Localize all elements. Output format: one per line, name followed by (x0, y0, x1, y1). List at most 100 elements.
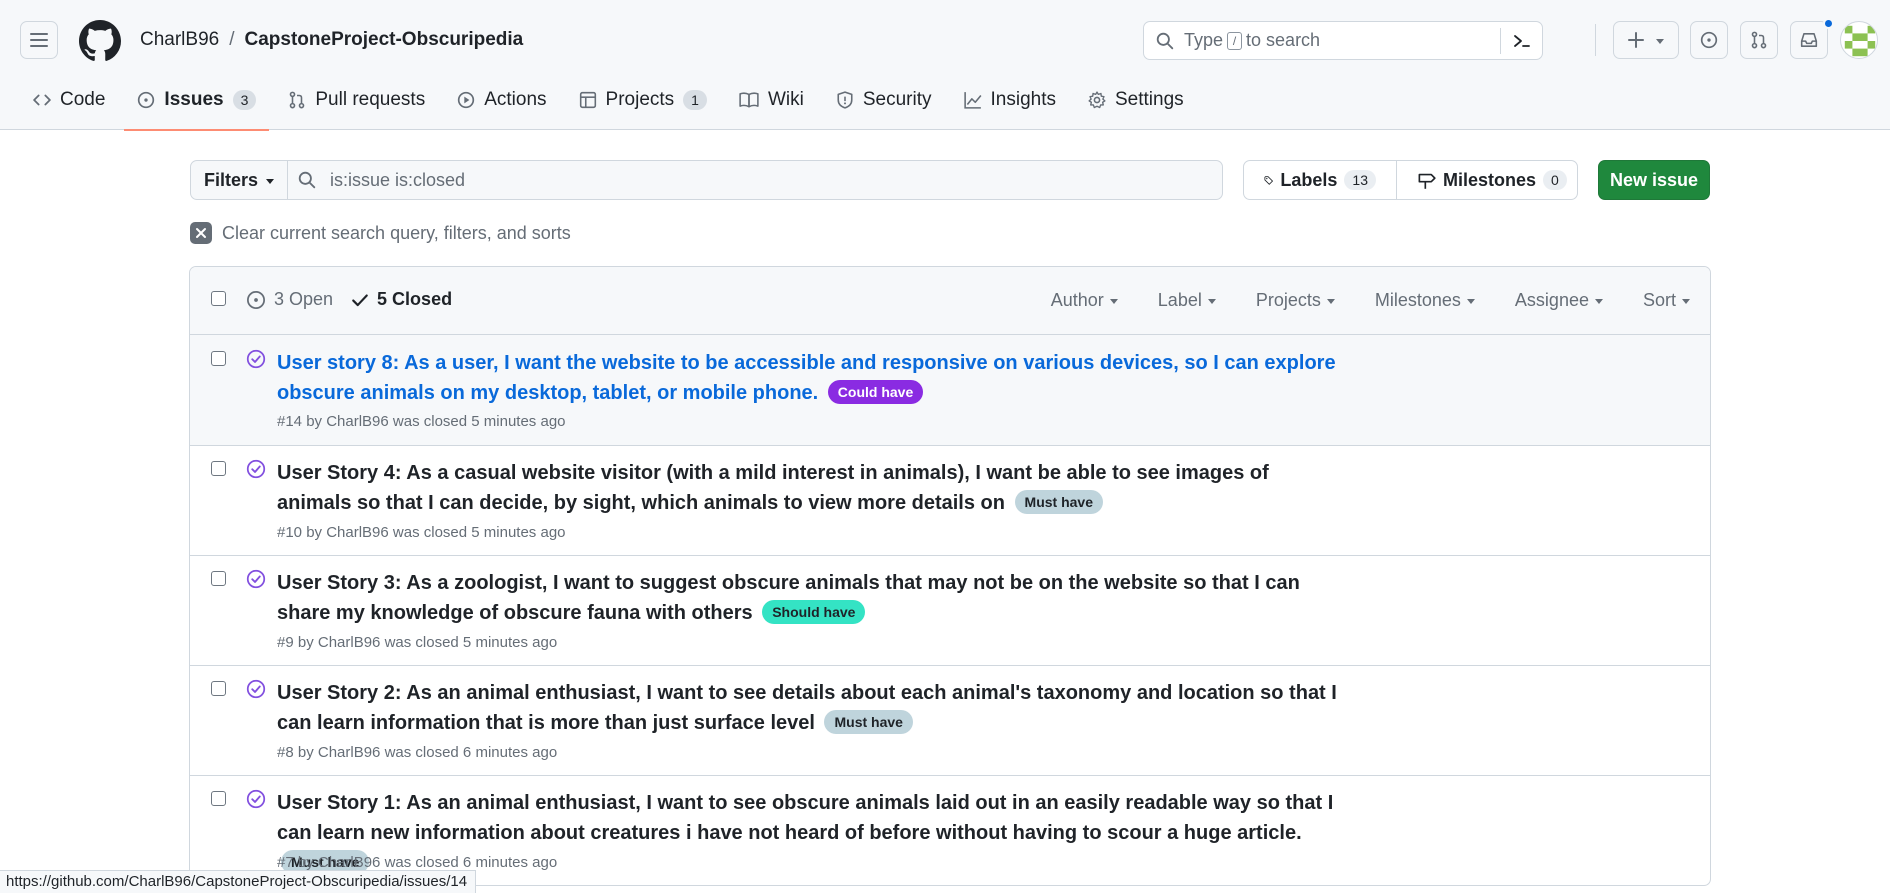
issue-title: User Story 1: As an animal enthusiast, I… (277, 792, 1334, 844)
issues-button[interactable] (1690, 21, 1728, 59)
search-placeholder-after: to search (1246, 30, 1321, 50)
issue-label[interactable]: Should have (762, 600, 866, 624)
tab-counter: 1 (683, 90, 707, 110)
search-query: is:issue is:closed (330, 169, 466, 190)
check-icon (352, 293, 368, 306)
tag-icon (1264, 175, 1273, 185)
assignee-filter[interactable]: Assignee (1515, 290, 1603, 311)
issue-title-link[interactable]: User Story 3: As a zoologist, I want to … (277, 568, 1337, 628)
command-palette-button[interactable] (1500, 28, 1542, 54)
inbox-icon (1800, 33, 1818, 47)
closed-count-label: 5 Closed (377, 289, 453, 309)
tab-label: Insights (990, 89, 1056, 110)
issue-title-link[interactable]: User Story 4: As a casual website visito… (277, 458, 1337, 518)
issue-meta: #14 by CharlB96 was closed 5 minutes ago (277, 413, 566, 430)
milestones-filter[interactable]: Milestones (1375, 290, 1475, 311)
issue-meta: #8 by CharlB96 was closed 6 minutes ago (277, 744, 558, 761)
tab-counter: 3 (232, 90, 257, 110)
global-search-input[interactable]: Type / to search (1143, 21, 1543, 60)
labels-counter: 13 (1344, 170, 1376, 190)
menu-button[interactable] (20, 21, 58, 59)
issue-closed-icon (246, 569, 266, 589)
search-placeholder: Type / to search (1184, 30, 1320, 51)
issue-meta: #9 by CharlB96 was closed 5 minutes ago (277, 634, 558, 651)
book-icon (739, 92, 759, 108)
tab-wiki[interactable]: Wiki (726, 80, 817, 120)
issue-row: User Story 2: As an animal enthusiast, I… (190, 666, 1710, 776)
repo-name-link[interactable]: CapstoneProject-Obscuripedia (245, 29, 524, 51)
tab-security[interactable]: Security (823, 80, 945, 120)
tab-label: Security (862, 89, 932, 110)
closed-issues-link[interactable]: 5 Closed (351, 289, 452, 310)
sorter-label: Projects (1255, 290, 1321, 310)
sort-dropdown[interactable]: Sort (1643, 290, 1690, 311)
filters-bar: Filters is:issue is:closed (190, 160, 1223, 200)
sorter-label: Assignee (1514, 290, 1589, 310)
issue-checkbox[interactable] (211, 791, 226, 806)
labels-milestones-group: Labels 13 Milestones 0 (1243, 160, 1578, 200)
tab-insights[interactable]: Insights (951, 80, 1069, 120)
issue-title: User Story 4: As a casual website visito… (277, 462, 1269, 514)
filters-button[interactable]: Filters (191, 161, 288, 199)
status-bar-url: https://github.com/CharlB96/CapstoneProj… (0, 870, 477, 893)
chevron-down-icon (1682, 299, 1690, 304)
repo-owner-link[interactable]: CharlB96 (140, 29, 219, 51)
issue-checkbox[interactable] (211, 351, 226, 366)
tab-pull-requests[interactable]: Pull requests (275, 80, 438, 120)
tab-label: Issues (164, 89, 224, 110)
open-issues-link[interactable]: 3 Open (246, 289, 333, 310)
label-filter[interactable]: Label (1158, 290, 1216, 311)
select-all-checkbox[interactable] (211, 291, 226, 306)
breadcrumb: CharlB96 / CapstoneProject-Obscuripedia (140, 29, 523, 51)
tab-actions[interactable]: Actions (444, 80, 559, 120)
inbox-button[interactable] (1790, 21, 1828, 59)
pull-requests-button[interactable] (1740, 21, 1778, 59)
issue-checkbox[interactable] (211, 571, 226, 586)
gear-icon (1088, 91, 1106, 109)
tab-projects[interactable]: Projects 1 (566, 80, 720, 120)
search-icon (298, 171, 316, 189)
issue-label[interactable]: Must have (1014, 490, 1103, 514)
issue-title: User Story 2: As an animal enthusiast, I… (277, 682, 1337, 734)
plus-icon (1628, 32, 1644, 48)
tab-label: Projects (605, 89, 675, 110)
list-sorters: Author Label Projects Milestones Assigne… (1051, 290, 1690, 311)
tab-label: Actions (484, 89, 547, 110)
issues-search-input[interactable]: is:issue is:closed (288, 161, 1222, 199)
repo-nav: Code Issues 3 Pull requests Actions Proj… (20, 80, 1203, 131)
close-icon (190, 222, 212, 244)
chevron-down-icon (1466, 299, 1475, 304)
tab-issues[interactable]: Issues 3 (124, 80, 270, 131)
issue-checkbox[interactable] (211, 461, 226, 476)
issue-title-link[interactable]: User Story 2: As an animal enthusiast, I… (277, 678, 1337, 738)
terminal-icon (1513, 35, 1530, 47)
milestones-button[interactable]: Milestones 0 (1396, 161, 1587, 199)
issue-row: User story 8: As a user, I want the webs… (190, 335, 1710, 446)
table-icon (579, 91, 596, 109)
projects-filter[interactable]: Projects (1256, 290, 1335, 311)
milestones-counter: 0 (1543, 170, 1567, 190)
sorter-label: Sort (1642, 290, 1676, 310)
issue-checkbox[interactable] (211, 681, 226, 696)
issue-closed-icon (246, 679, 266, 699)
identicon-icon (1844, 25, 1876, 57)
clear-filters-label: Clear current search query, filters, and… (222, 222, 571, 243)
milestones-label: Milestones (1443, 169, 1537, 190)
git-pull-request-icon (290, 91, 305, 109)
tab-settings[interactable]: Settings (1075, 80, 1197, 120)
shield-icon (837, 91, 853, 109)
github-logo-icon[interactable] (79, 20, 121, 62)
tab-code[interactable]: Code (20, 80, 118, 120)
avatar[interactable] (1840, 21, 1878, 59)
issue-title-link[interactable]: User story 8: As a user, I want the webs… (277, 348, 1337, 408)
author-filter[interactable]: Author (1051, 290, 1118, 311)
labels-button[interactable]: Labels 13 (1244, 161, 1396, 199)
issue-label[interactable]: Could have (827, 380, 924, 404)
create-new-button[interactable] (1613, 21, 1679, 59)
graph-icon (963, 92, 981, 109)
search-shortcut-key: / (1227, 31, 1243, 50)
issue-closed-icon (246, 789, 266, 809)
new-issue-button[interactable]: New issue (1598, 160, 1710, 200)
issue-label[interactable]: Must have (824, 710, 913, 734)
clear-filters-link[interactable]: Clear current search query, filters, and… (190, 222, 571, 244)
